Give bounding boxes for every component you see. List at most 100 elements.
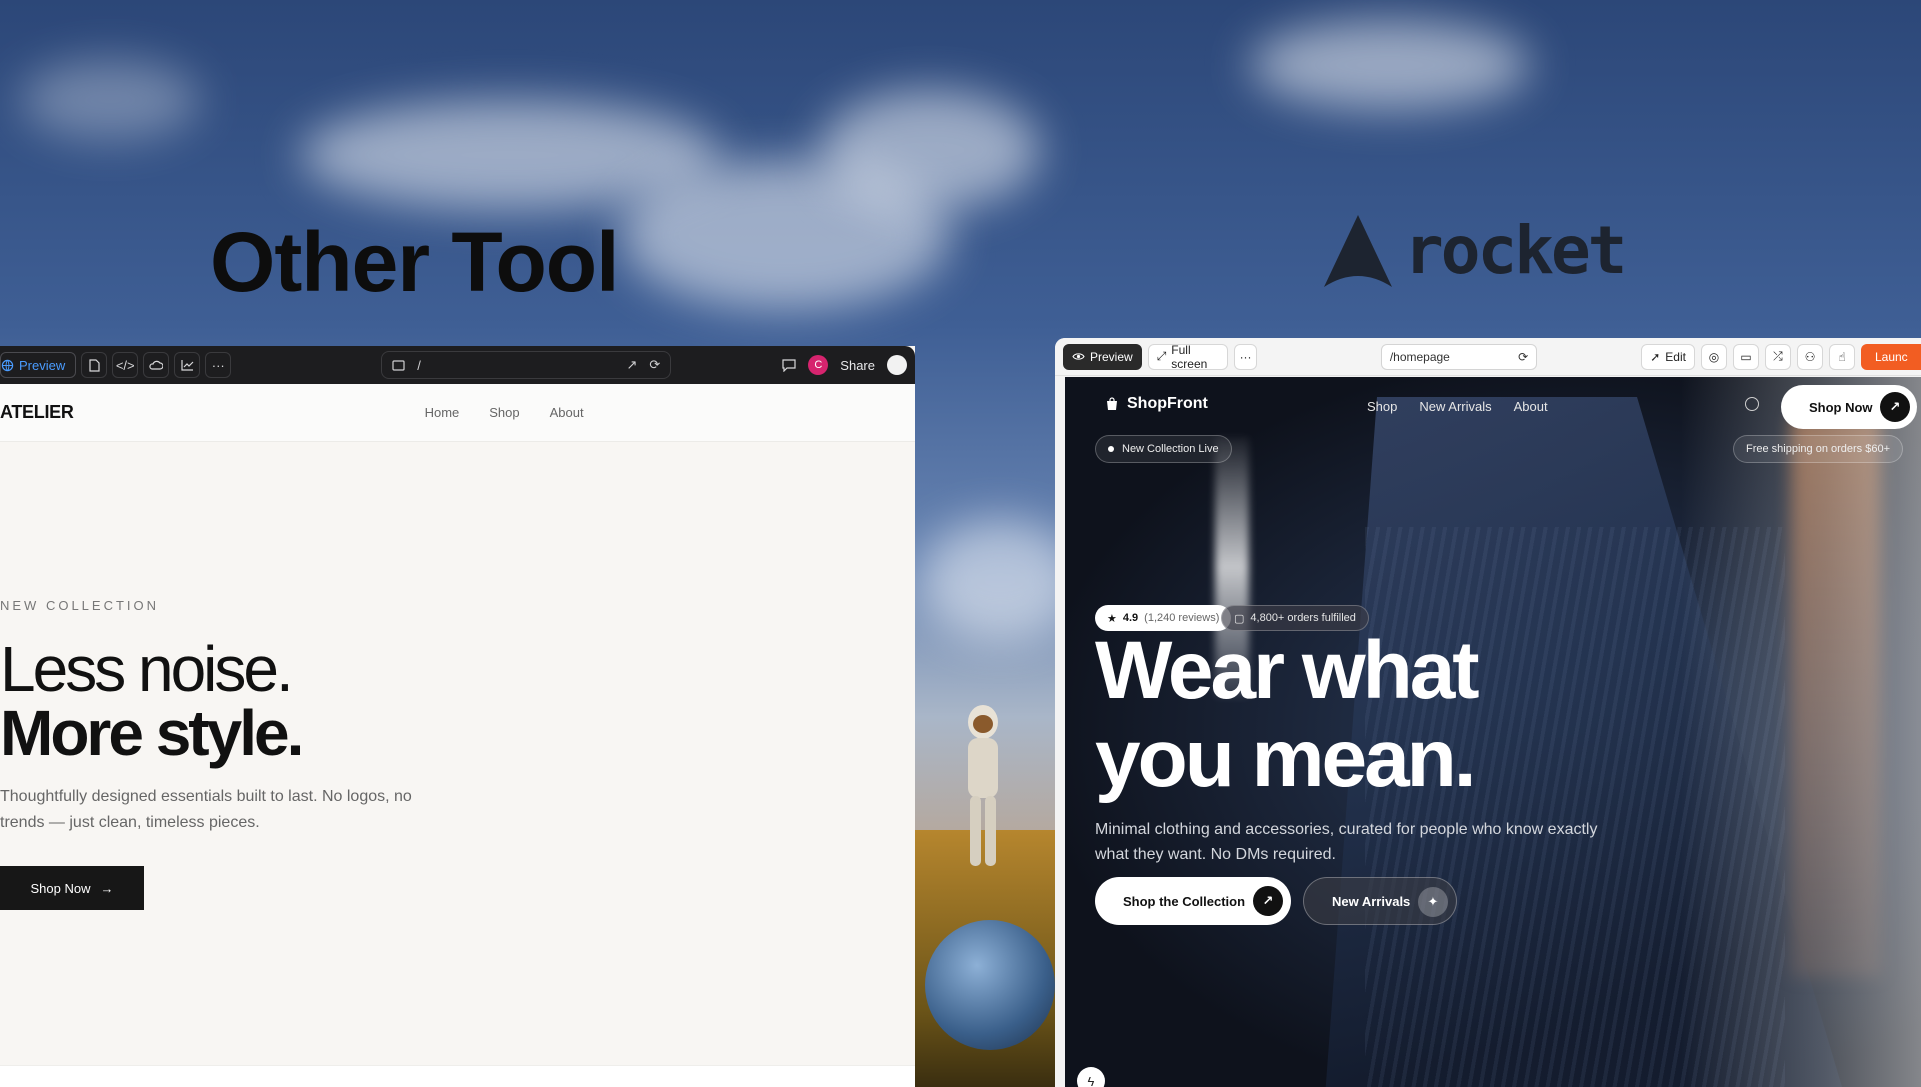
collection-eyebrow: NEW COLLECTION xyxy=(0,598,160,613)
hero-headline-line2: you mean. xyxy=(1095,713,1477,804)
devices-button[interactable]: ▭ xyxy=(1732,343,1759,370)
refresh-icon[interactable]: ⟳ xyxy=(1518,350,1528,364)
screenshot-button[interactable]: ◎ xyxy=(1700,343,1727,370)
planet xyxy=(925,920,1055,1050)
cloud xyxy=(1250,20,1530,110)
file-icon xyxy=(89,358,100,372)
shuffle-button[interactable]: ⤮ xyxy=(1764,343,1791,370)
left-url-text: / xyxy=(417,357,421,373)
right-preview-label: Preview xyxy=(1090,349,1133,364)
analytics-button[interactable] xyxy=(174,352,201,378)
more-icon: ··· xyxy=(1239,349,1252,364)
comment-icon[interactable] xyxy=(782,358,796,372)
right-preview-window: Preview ⤢ Full screen ··· /homepage ⟳ ➚ … xyxy=(1055,338,1921,1087)
devices-icon: ▭ xyxy=(1740,349,1752,364)
rating-value: 4.9 xyxy=(1122,612,1139,624)
shopfront-hero: ShopFront Shop New Arrivals About Shop N… xyxy=(1065,377,1921,1087)
file-button[interactable] xyxy=(81,352,108,378)
select-button[interactable]: ☝ xyxy=(1828,343,1855,370)
code-icon: </> xyxy=(115,357,135,373)
cloud-button[interactable] xyxy=(143,352,170,378)
nav-new-arrivals[interactable]: New Arrivals xyxy=(1419,399,1491,414)
nav-home[interactable]: Home xyxy=(425,405,460,420)
edit-button[interactable]: ➚ Edit xyxy=(1641,343,1695,370)
headline-light: Less noise. xyxy=(0,633,294,705)
user-add-icon: ⚇ xyxy=(1804,349,1816,364)
shopfront-shop-now-button[interactable]: Shop Now ↗ xyxy=(1781,385,1917,429)
refresh-icon[interactable]: ⟳ xyxy=(649,357,660,373)
search-icon[interactable] xyxy=(1745,397,1759,411)
left-url-bar[interactable]: / ↗ ⟳ xyxy=(381,351,672,379)
live-dot-icon xyxy=(1108,446,1114,452)
preview-button[interactable]: Preview xyxy=(0,352,77,378)
open-external-icon[interactable]: ↗ xyxy=(626,357,637,373)
more-icon: ··· xyxy=(211,357,225,373)
star-icon: ★ xyxy=(1107,612,1117,625)
shop-now-label: Shop Now xyxy=(30,880,91,896)
sparkle-icon: ✦ xyxy=(1418,887,1448,917)
cloud-icon xyxy=(149,360,164,370)
left-preview-window: Preview </> ··· / ↗ ⟳ C Share ATELIER Ho… xyxy=(0,346,915,1087)
other-tool-title: Other Tool xyxy=(210,215,619,309)
launch-button[interactable]: Launc xyxy=(1860,343,1921,370)
shopfront-brand[interactable]: ShopFront xyxy=(1105,395,1208,413)
right-preview-button[interactable]: Preview xyxy=(1063,343,1142,370)
shuffle-icon: ⤮ xyxy=(1773,349,1783,363)
new-arrivals-button[interactable]: New Arrivals ✦ xyxy=(1303,877,1457,925)
nav-about[interactable]: About xyxy=(1514,399,1548,414)
shopfront-nav: Shop New Arrivals About xyxy=(1367,399,1548,414)
collection-live-label: New Collection Live xyxy=(1122,443,1219,455)
right-url-text: /homepage xyxy=(1389,349,1450,364)
eye-icon xyxy=(1072,353,1085,360)
right-more-button[interactable]: ··· xyxy=(1234,343,1257,370)
share-button[interactable]: Share xyxy=(840,358,875,373)
arrow-right-icon: → xyxy=(100,880,114,896)
atelier-nav: ATELIER Home Shop About xyxy=(0,384,915,442)
arrow-up-right-icon: ↗ xyxy=(1253,886,1283,916)
expand-icon: ⤢ xyxy=(1156,349,1167,363)
nav-about[interactable]: About xyxy=(550,405,584,420)
avatar[interactable]: C xyxy=(808,355,829,375)
orders-label: 4,800+ orders fulfilled xyxy=(1250,612,1356,624)
preview-label: Preview xyxy=(19,357,66,373)
nav-shop[interactable]: Shop xyxy=(1367,399,1397,414)
footer-strip xyxy=(0,1065,915,1087)
shop-collection-label: Shop the Collection xyxy=(1123,893,1246,909)
full-screen-label: Full screen xyxy=(1171,342,1208,371)
pointer-icon: ☝ xyxy=(1838,349,1846,364)
shopfront-brand-label: ShopFront xyxy=(1127,395,1208,412)
rocket-wordmark: rocket xyxy=(1404,212,1627,289)
hero-headline: Wear what you mean. xyxy=(1095,625,1480,804)
atelier-brand[interactable]: ATELIER xyxy=(0,402,74,423)
code-button[interactable]: </> xyxy=(112,352,139,378)
shop-now-label: Shop Now xyxy=(1809,399,1873,415)
left-toolbar-right: C Share xyxy=(782,355,907,375)
cloud xyxy=(820,90,1040,210)
atelier-nav-links: Home Shop About xyxy=(425,405,584,420)
shop-collection-button[interactable]: Shop the Collection ↗ xyxy=(1095,877,1291,925)
right-url-bar[interactable]: /homepage ⟳ xyxy=(1380,343,1538,370)
rocket-logo: rocket xyxy=(1322,212,1627,289)
full-screen-button[interactable]: ⤢ Full screen xyxy=(1147,342,1229,371)
hero-headline-line1: Wear what xyxy=(1095,625,1480,716)
device-icon xyxy=(392,359,405,371)
bolt-icon[interactable]: ϟ xyxy=(1077,1067,1105,1087)
atelier-description: Thoughtfully designed essentials built t… xyxy=(0,788,412,831)
right-sheen xyxy=(1681,377,1921,1087)
more-button[interactable]: ··· xyxy=(205,352,232,378)
chart-icon xyxy=(181,360,194,371)
right-tools: ➚ Edit ◎ ▭ ⤮ ⚇ ☝ Launc xyxy=(1641,343,1921,370)
astronaut-figure xyxy=(968,705,998,866)
globe-icon xyxy=(1,359,14,371)
nav-shop[interactable]: Shop xyxy=(489,405,519,420)
github-icon[interactable] xyxy=(887,355,907,375)
hero-description: Minimal clothing and accessories, curate… xyxy=(1095,821,1598,863)
left-toolbar: Preview </> ··· / ↗ ⟳ C Share xyxy=(0,346,915,384)
shopping-bag-icon xyxy=(1107,397,1117,410)
collection-live-tag: New Collection Live xyxy=(1095,435,1232,463)
atelier-shop-now-button[interactable]: Shop Now → xyxy=(0,866,144,910)
user-add-button[interactable]: ⚇ xyxy=(1796,343,1823,370)
rocket-logo-icon xyxy=(1324,214,1392,287)
camera-icon: ◎ xyxy=(1708,349,1720,364)
review-count: (1,240 reviews) xyxy=(1144,612,1220,624)
